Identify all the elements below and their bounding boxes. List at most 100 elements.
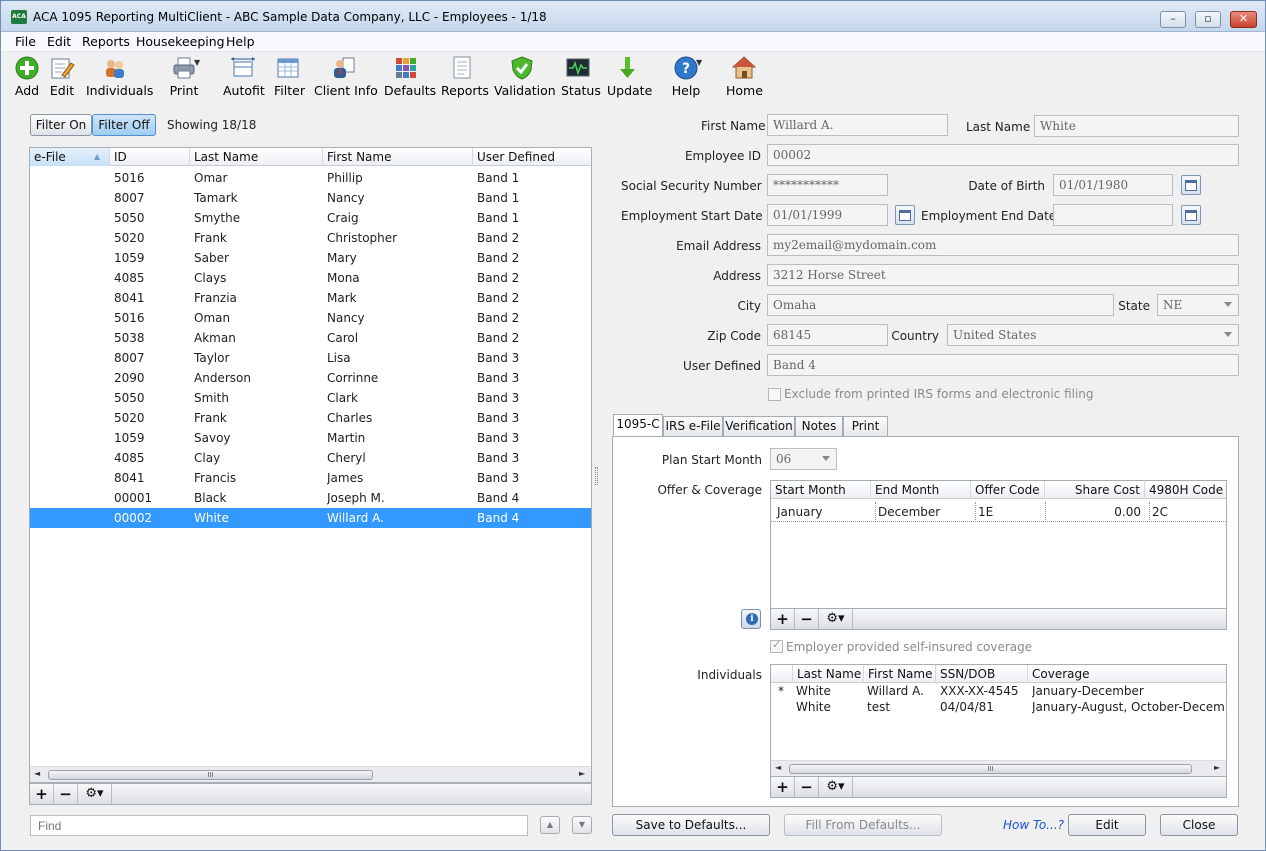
col-start-month[interactable]: Start Month <box>771 481 871 499</box>
update-button[interactable]: Update <box>607 55 652 98</box>
add-offer-button[interactable]: + <box>771 609 795 629</box>
find-previous-button[interactable]: ▲ <box>540 816 560 834</box>
info-button[interactable]: i <box>741 609 761 629</box>
table-row[interactable]: 5050 Smith Clark Band 3 <box>30 388 591 408</box>
table-row[interactable]: 5016 Oman Nancy Band 2 <box>30 308 591 328</box>
employee-horizontal-scrollbar[interactable]: ◄ III ► <box>30 766 591 782</box>
email-field[interactable]: my2email@mydomain.com <box>767 234 1239 256</box>
user-defined-field[interactable]: Band 4 <box>767 354 1239 376</box>
table-row[interactable]: 00001 Black Joseph M. Band 4 <box>30 488 591 508</box>
start-date-calendar-button[interactable] <box>895 205 915 225</box>
filter-on-button[interactable]: Filter On <box>30 114 92 136</box>
add-individual-button[interactable]: + <box>771 777 795 797</box>
offer-cell-end[interactable]: December <box>875 502 971 522</box>
start-date-field[interactable]: 01/01/1999 <box>767 204 888 226</box>
col-id[interactable]: ID <box>110 148 190 166</box>
col-ind-first-name[interactable]: First Name <box>864 665 936 683</box>
remove-offer-button[interactable]: − <box>795 609 819 629</box>
add-row-button[interactable]: + <box>30 784 54 804</box>
menu-file[interactable]: File <box>15 34 36 49</box>
offer-cell-cost[interactable]: 0.00 <box>1045 502 1141 522</box>
table-row[interactable]: 1059 Savoy Martin Band 3 <box>30 428 591 448</box>
table-row[interactable]: 8007 Tamark Nancy Band 1 <box>30 188 591 208</box>
end-date-calendar-button[interactable] <box>1181 205 1201 225</box>
table-row[interactable]: 2090 Anderson Corrinne Band 3 <box>30 368 591 388</box>
tab-notes[interactable]: Notes <box>795 416 843 437</box>
tab-1095c[interactable]: 1095-C <box>613 414 663 436</box>
table-row[interactable]: 5020 Frank Charles Band 3 <box>30 408 591 428</box>
offer-row[interactable]: January December 1E 0.00 2C <box>771 502 1226 522</box>
employee-id-field[interactable]: 00002 <box>767 144 1239 166</box>
individual-row[interactable]: * White Willard A. XXX-XX-4545 January-Decem… <box>771 683 1226 699</box>
address-field[interactable]: 3212 Horse Street <box>767 264 1239 286</box>
col-last-name[interactable]: Last Name <box>190 148 323 166</box>
remove-individual-button[interactable]: − <box>795 777 819 797</box>
col-ind-last-name[interactable]: Last Name <box>793 665 864 683</box>
help-dropdown-icon[interactable]: ▼ <box>696 58 702 67</box>
tab-irs-efile[interactable]: IRS e-File <box>663 416 723 437</box>
validation-button[interactable]: Validation <box>494 55 556 98</box>
fill-from-defaults-button[interactable]: Fill From Defaults... <box>784 814 942 836</box>
table-row[interactable]: 8041 Francis James Band 3 <box>30 468 591 488</box>
scroll-right-icon[interactable]: ► <box>1214 763 1220 772</box>
autofit-button[interactable]: Autofit <box>223 55 265 98</box>
filter-button[interactable]: Filter <box>274 55 305 98</box>
menu-reports[interactable]: Reports <box>82 34 130 49</box>
find-next-button[interactable]: ▼ <box>572 816 592 834</box>
individuals-button[interactable]: Individuals <box>86 55 153 98</box>
dob-field[interactable]: 01/01/1980 <box>1053 174 1173 196</box>
dob-calendar-button[interactable] <box>1181 175 1201 195</box>
offer-gear-menu-button[interactable]: ⚙▾ <box>819 609 853 629</box>
defaults-button[interactable]: Defaults <box>384 55 436 98</box>
col-user-defined[interactable]: User Defined <box>473 148 591 166</box>
offer-cell-start[interactable]: January <box>775 502 871 522</box>
tab-print[interactable]: Print <box>843 416 888 437</box>
last-name-field[interactable]: White <box>1034 115 1239 137</box>
minimize-button[interactable]: – <box>1160 11 1186 28</box>
col-efile[interactable]: e-File ▲ <box>30 148 110 166</box>
table-row[interactable]: 8041 Franzia Mark Band 2 <box>30 288 591 308</box>
self-insured-checkbox[interactable] <box>770 638 783 653</box>
scroll-left-icon[interactable]: ◄ <box>775 763 781 772</box>
individuals-horizontal-scrollbar[interactable]: ◄ III ► <box>771 760 1226 776</box>
col-share-cost[interactable]: Share Cost <box>1045 481 1145 499</box>
col-first-name[interactable]: First Name <box>323 148 473 166</box>
scroll-thumb[interactable]: III <box>789 764 1192 774</box>
zip-field[interactable]: 68145 <box>767 324 888 346</box>
first-name-field[interactable]: Willard A. <box>767 114 948 136</box>
gear-menu-button[interactable]: ⚙▾ <box>78 784 112 804</box>
individual-row[interactable]: White test 04/04/81 January-August, October… <box>771 699 1226 715</box>
menu-housekeeping[interactable]: Housekeeping <box>136 34 225 49</box>
col-end-month[interactable]: End Month <box>871 481 971 499</box>
city-field[interactable]: Omaha <box>767 294 1114 316</box>
table-row[interactable]: 4085 Clays Mona Band 2 <box>30 268 591 288</box>
scroll-thumb[interactable]: III <box>48 770 373 780</box>
country-select[interactable]: United States <box>947 324 1239 346</box>
offer-cell-code[interactable]: 1E <box>975 502 1045 522</box>
individuals-gear-menu-button[interactable]: ⚙▾ <box>819 777 853 797</box>
close-button[interactable]: Close <box>1160 814 1238 836</box>
tab-verification[interactable]: Verification <box>723 416 795 437</box>
status-button[interactable]: Status <box>561 55 601 98</box>
ssn-field[interactable]: *********** <box>767 174 888 196</box>
how-to-link[interactable]: How To...? <box>1003 818 1064 832</box>
table-row[interactable]: 5016 Omar Phillip Band 1 <box>30 168 591 188</box>
exclude-checkbox[interactable] <box>768 388 781 401</box>
panel-splitter[interactable] <box>595 467 598 485</box>
client-info-button[interactable]: Client Info <box>314 55 378 98</box>
edit-button[interactable]: Edit <box>49 55 75 98</box>
plan-start-select[interactable]: 06 <box>770 448 837 470</box>
table-row[interactable]: 00002 White Willard A. Band 4 <box>30 508 591 528</box>
menu-help[interactable]: Help <box>226 34 255 49</box>
reports-button[interactable]: Reports <box>441 55 489 98</box>
home-button[interactable]: Home <box>726 55 763 98</box>
table-row[interactable]: 8007 Taylor Lisa Band 3 <box>30 348 591 368</box>
print-dropdown-icon[interactable]: ▼ <box>194 58 200 67</box>
find-input[interactable] <box>30 815 528 836</box>
scroll-right-icon[interactable]: ► <box>579 769 585 778</box>
table-row[interactable]: 5050 Smythe Craig Band 1 <box>30 208 591 228</box>
col-ssn-dob[interactable]: SSN/DOB <box>936 665 1028 683</box>
end-date-field[interactable] <box>1053 204 1173 226</box>
remove-row-button[interactable]: − <box>54 784 78 804</box>
close-window-button[interactable]: ✕ <box>1230 11 1257 28</box>
